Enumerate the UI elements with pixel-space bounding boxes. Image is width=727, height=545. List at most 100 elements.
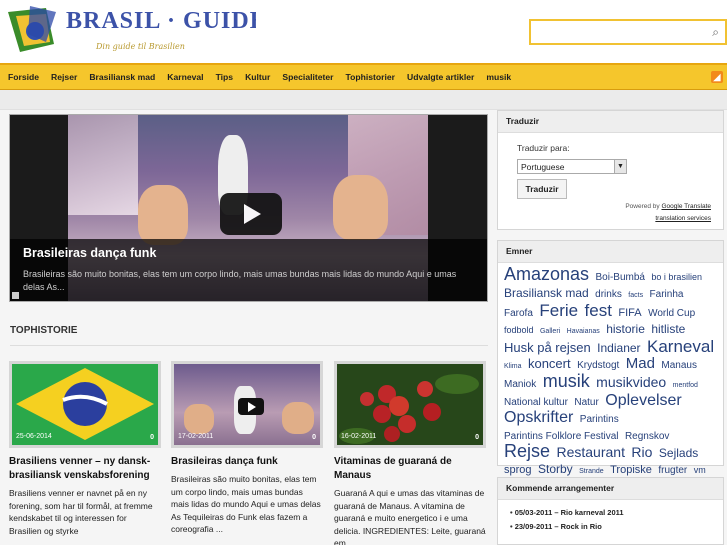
tag-link[interactable]: bo i brasilien	[651, 272, 702, 282]
tag-link[interactable]: Galleri	[540, 328, 560, 335]
tag-link[interactable]: vm	[694, 465, 706, 475]
tag-link[interactable]: FIFA	[618, 307, 641, 319]
tag-link[interactable]: sprog	[504, 464, 532, 476]
section-divider	[10, 345, 488, 346]
tag-link[interactable]: hitliste	[651, 322, 685, 336]
play-button-icon[interactable]	[238, 398, 264, 415]
nav-item-tophistorier[interactable]: Tophistorier	[338, 72, 400, 82]
article-date: 17-02-2011	[178, 433, 214, 440]
tag-link[interactable]: Ferie	[539, 301, 578, 320]
tag-link[interactable]: Opskrifter	[504, 409, 573, 426]
dancer-left	[138, 185, 188, 245]
language-selected: Portuguese	[521, 162, 565, 172]
article-card[interactable]: 25-06-2014 0 Brasiliens venner – ny dans…	[9, 361, 161, 537]
tag-cloud: Amazonas Boi-Bumbá bo i brasilien Brasil…	[498, 263, 723, 498]
section-heading: TOPHISTORIE	[10, 325, 78, 336]
play-button-icon[interactable]	[220, 193, 282, 235]
dancer-shape	[184, 404, 214, 434]
article-title[interactable]: Brasiliens venner – ny dansk-brasiliansk…	[9, 455, 161, 483]
nav-item-forside[interactable]: Forside	[0, 72, 43, 82]
nav-item-rejser[interactable]: Rejser	[43, 72, 81, 82]
comment-count[interactable]: 0	[475, 434, 479, 441]
tag-link[interactable]: Klima	[504, 363, 522, 370]
main-navigation: Forside Rejser Brasiliansk mad Karneval …	[0, 63, 727, 90]
tag-link[interactable]: Amazonas	[504, 264, 589, 284]
google-translate-link[interactable]: Google Translate	[661, 203, 711, 210]
featured-slider[interactable]: Brasileiras dança funk Brasileiras são m…	[9, 114, 488, 302]
article-thumbnail[interactable]: 25-06-2014 0	[9, 361, 161, 448]
tag-link[interactable]: Krydstogt	[577, 360, 619, 371]
tag-link[interactable]: Havaianas	[567, 328, 600, 335]
site-logo[interactable]: BRASIL · GUIDE Din guide til Brasilien	[6, 4, 266, 56]
comment-count[interactable]: 0	[150, 434, 154, 441]
article-title[interactable]: Vitaminas de guaraná de Manaus	[334, 455, 486, 483]
events-widget: Kommende arrangementer 05/03-2011 – Rio …	[497, 477, 724, 545]
dancer-shape	[282, 402, 314, 434]
rss-icon[interactable]: ◢	[711, 71, 723, 83]
tag-cloud-widget: Emner Amazonas Boi-Bumbá bo i brasilien …	[497, 240, 724, 494]
tag-link[interactable]: Mad	[626, 355, 655, 372]
tag-link[interactable]: Parintins	[580, 414, 619, 425]
tag-link[interactable]: Tropiske	[610, 464, 652, 476]
nav-item-karneval[interactable]: Karneval	[159, 72, 207, 82]
tag-link[interactable]: musikvideo	[596, 374, 666, 390]
tag-link[interactable]: Rio	[631, 444, 652, 460]
search-input[interactable]	[534, 23, 702, 41]
tag-link[interactable]: World Cup	[648, 308, 695, 319]
tag-link[interactable]: Strande	[579, 468, 604, 475]
tag-link[interactable]: Maniok	[504, 379, 536, 390]
tag-link[interactable]: historie	[606, 322, 645, 336]
featured-title[interactable]: Brasileiras dança funk	[23, 246, 156, 260]
translate-button[interactable]: Traduzir	[517, 179, 567, 199]
tag-link[interactable]: Manaus	[661, 360, 697, 371]
article-card[interactable]: 17-02-2011 0 Brasileiras dança funk Bras…	[171, 361, 323, 536]
nav-item-brasiliansk-mad[interactable]: Brasiliansk mad	[81, 72, 159, 82]
article-title[interactable]: Brasileiras dança funk	[171, 455, 323, 469]
tag-link[interactable]: fodbold	[504, 325, 534, 335]
nav-item-tips[interactable]: Tips	[208, 72, 238, 82]
language-select[interactable]: Portuguese ▼	[517, 159, 627, 174]
tag-link[interactable]: frugter	[658, 465, 687, 476]
tag-link[interactable]: fest	[585, 301, 612, 320]
site-header: BRASIL · GUIDE Din guide til Brasilien ⌕	[0, 0, 727, 63]
tag-link[interactable]: Farofa	[504, 308, 533, 319]
translation-services-link[interactable]: translation services	[655, 215, 711, 222]
search-box[interactable]: ⌕	[529, 19, 727, 45]
event-item[interactable]: 05/03-2011 – Rio karneval 2011	[510, 506, 711, 520]
tag-link[interactable]: mentfod	[673, 382, 698, 389]
tag-link[interactable]: Karneval	[647, 337, 714, 356]
tag-link[interactable]: musik	[543, 371, 590, 391]
tag-link[interactable]: Oplevelser	[605, 392, 681, 409]
article-date: 25-06-2014	[16, 433, 52, 440]
nav-item-kultur[interactable]: Kultur	[237, 72, 274, 82]
tag-link[interactable]: Storby	[538, 462, 573, 476]
nav-item-specialiteter[interactable]: Specialiteter	[274, 72, 337, 82]
article-card[interactable]: 16-02-2011 0 Vitaminas de guaraná de Man…	[334, 361, 486, 545]
tag-link[interactable]: koncert	[528, 356, 571, 371]
tag-link[interactable]: Rejse	[504, 441, 550, 461]
slider-dot[interactable]	[12, 292, 19, 299]
article-thumbnail[interactable]: 17-02-2011 0	[171, 361, 323, 448]
tag-link[interactable]: Husk på rejsen	[504, 340, 591, 355]
event-item[interactable]: 23/09-2011 – Rock in Rio	[510, 520, 711, 534]
tag-link[interactable]: National kultur	[504, 397, 568, 408]
comment-count[interactable]: 0	[312, 434, 316, 441]
nav-item-udvalgte-artikler[interactable]: Udvalgte artikler	[399, 72, 478, 82]
tag-link[interactable]: Restaurant	[556, 444, 624, 460]
article-excerpt: Brasiliens venner er navnet på en ny for…	[9, 488, 153, 536]
tag-link[interactable]: Boi-Bumbá	[596, 272, 645, 283]
translate-widget: Traduzir Traduzir para: Portuguese ▼ Tra…	[497, 110, 724, 230]
tag-link[interactable]: Sejlads	[659, 446, 698, 460]
chevron-down-icon[interactable]: ▼	[614, 160, 626, 173]
tag-link[interactable]: Natur	[574, 397, 598, 408]
nav-item-musik[interactable]: musik	[478, 72, 515, 82]
tag-link[interactable]: Brasiliansk mad	[504, 286, 589, 300]
tag-link[interactable]: Regnskov	[625, 431, 669, 442]
tag-link[interactable]: facts	[628, 292, 643, 299]
article-thumbnail[interactable]: 16-02-2011 0	[334, 361, 486, 448]
tag-link[interactable]: Farinha	[650, 289, 684, 300]
tag-link[interactable]: drinks	[595, 289, 622, 300]
tag-link[interactable]: Indianer	[597, 341, 640, 355]
search-icon[interactable]: ⌕	[712, 25, 719, 40]
svg-text:BRASIL · GUIDE: BRASIL · GUIDE	[66, 8, 256, 34]
